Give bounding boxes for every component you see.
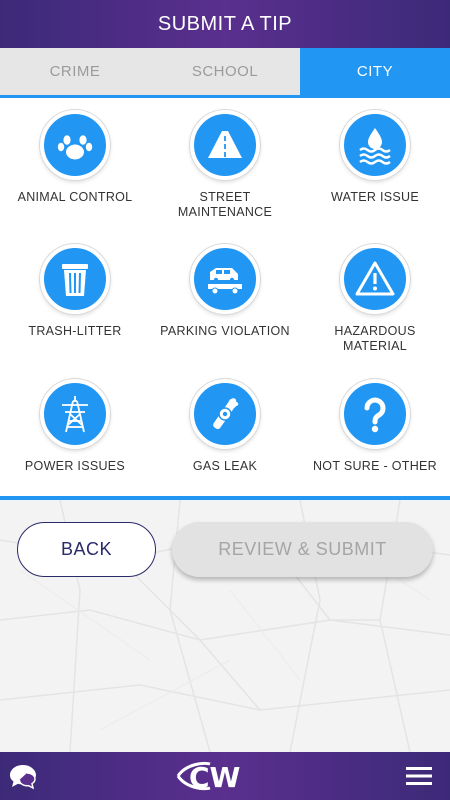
category-power-issues[interactable]: POWER ISSUES bbox=[0, 379, 150, 474]
review-submit-button[interactable]: REVIEW & SUBMIT bbox=[172, 522, 433, 577]
category-water-issue[interactable]: WATER ISSUE bbox=[300, 110, 450, 205]
category-trash-litter[interactable]: TRASH-LITTER bbox=[0, 244, 150, 339]
category-label: NOT SURE - OTHER bbox=[312, 459, 438, 473]
water-drop-icon bbox=[340, 110, 410, 180]
category-animal-control[interactable]: ANIMAL CONTROL bbox=[0, 110, 150, 205]
category-label: PARKING VIOLATION bbox=[160, 324, 290, 338]
cw-logo: CW bbox=[176, 761, 241, 792]
chat-bubble-icon[interactable] bbox=[8, 762, 38, 790]
category-grid: ANIMAL CONTROL STREET MAINTENANCE WATER … bbox=[0, 98, 450, 496]
tab-school[interactable]: SCHOOL bbox=[150, 48, 300, 95]
category-label: WATER ISSUE bbox=[330, 190, 420, 204]
hamburger-menu-icon[interactable] bbox=[406, 766, 432, 786]
tow-truck-icon bbox=[190, 244, 260, 314]
category-parking-violation[interactable]: PARKING VIOLATION bbox=[150, 244, 300, 339]
tab-city[interactable]: CITY bbox=[300, 48, 450, 95]
category-label: HAZARDOUS MATERIAL bbox=[334, 324, 416, 353]
tab-crime[interactable]: CRIME bbox=[0, 48, 150, 95]
category-gas-leak[interactable]: GAS LEAK bbox=[150, 379, 300, 474]
paw-icon bbox=[40, 110, 110, 180]
svg-text:CW: CW bbox=[189, 761, 241, 792]
category-label: TRASH-LITTER bbox=[28, 324, 122, 338]
category-label: ANIMAL CONTROL bbox=[17, 190, 133, 204]
gas-pipe-icon bbox=[190, 379, 260, 449]
app-footer: CW bbox=[0, 752, 450, 800]
back-button[interactable]: BACK bbox=[17, 522, 156, 577]
category-label: POWER ISSUES bbox=[24, 459, 126, 473]
warning-triangle-icon bbox=[340, 244, 410, 314]
category-not-sure-other[interactable]: NOT SURE - OTHER bbox=[300, 379, 450, 474]
power-tower-icon bbox=[40, 379, 110, 449]
question-icon bbox=[340, 379, 410, 449]
category-tabs: CRIME SCHOOL CITY bbox=[0, 48, 450, 95]
category-hazardous-material[interactable]: HAZARDOUS MATERIAL bbox=[300, 244, 450, 354]
app-header: SUBMIT A TIP bbox=[0, 0, 450, 48]
trash-can-icon bbox=[40, 244, 110, 314]
category-street-maintenance[interactable]: STREET MAINTENANCE bbox=[150, 110, 300, 220]
road-icon bbox=[190, 110, 260, 180]
page-title: SUBMIT A TIP bbox=[157, 12, 293, 35]
category-label: STREET MAINTENANCE bbox=[177, 190, 273, 219]
category-label: GAS LEAK bbox=[192, 459, 258, 473]
